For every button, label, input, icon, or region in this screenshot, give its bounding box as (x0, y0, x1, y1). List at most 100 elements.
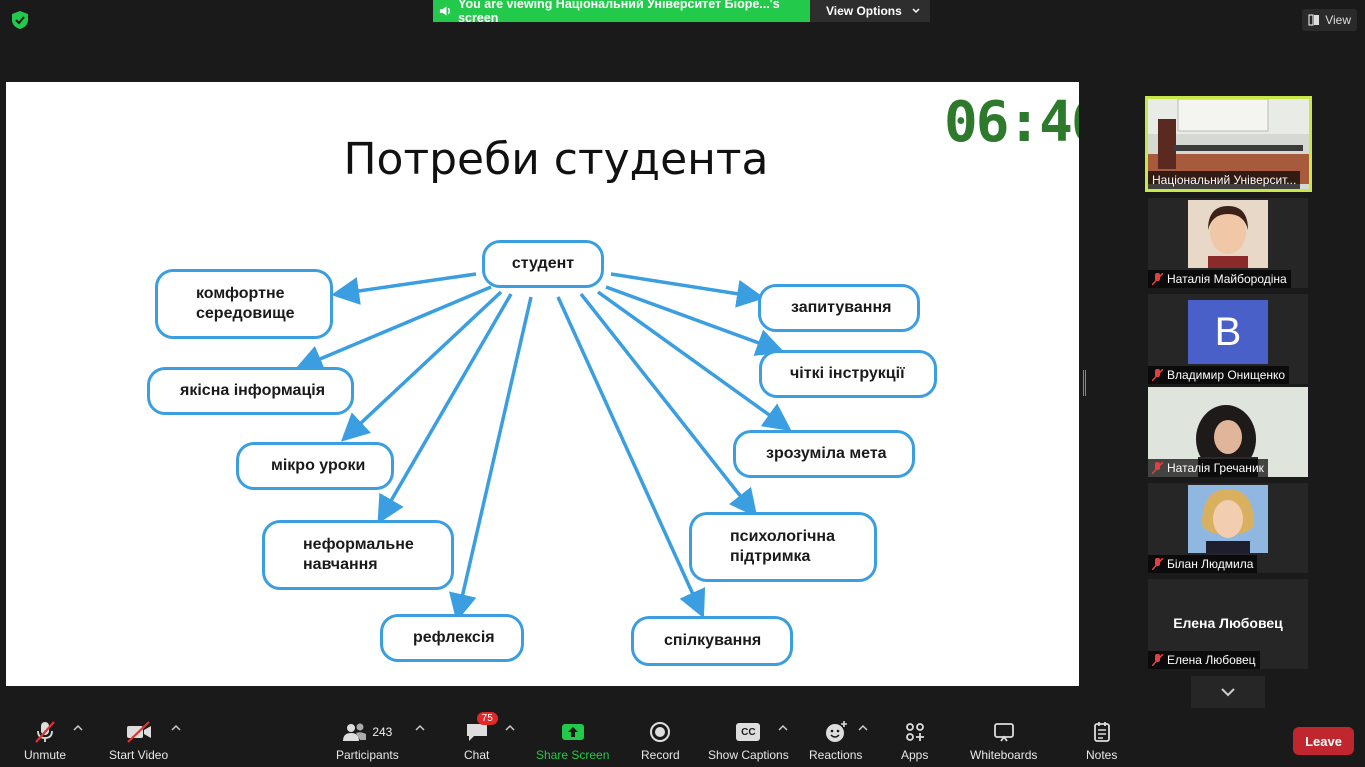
participant-name-label: Білан Людмила (1167, 557, 1254, 571)
node-quality-info: якісна інформація (147, 367, 354, 415)
arrow-1 (331, 272, 477, 305)
unmute-label: Unmute (24, 748, 67, 762)
share-screen-button[interactable]: Share Screen (536, 720, 609, 762)
node-reflection-label: рефлексія (413, 629, 495, 646)
node-quality-info-label: якісна інформація (180, 382, 326, 399)
unmute-button[interactable]: Unmute (24, 720, 66, 762)
mic-muted-icon (1152, 462, 1163, 474)
zoom-window: You are viewing Національний Університет… (0, 0, 1365, 767)
apps-icon (905, 723, 924, 741)
share-screen-label: Share Screen (536, 748, 610, 762)
mic-muted-icon (1152, 654, 1163, 666)
panel-splitter-handle[interactable] (1083, 370, 1086, 396)
notes-button[interactable]: Notes (1086, 720, 1117, 762)
participant-tile[interactable]: Наталія Гречаник (1148, 387, 1308, 477)
node-informal-line2: навчання (303, 556, 378, 573)
view-options-button[interactable]: View Options (810, 0, 930, 22)
apps-label: Apps (901, 748, 929, 762)
whiteboards-button[interactable]: Whiteboards (970, 720, 1037, 762)
node-clear-goal-label: зрозуміла мета (766, 445, 887, 462)
viewing-status: You are viewing Національний Університет… (433, 0, 810, 25)
meeting-toolbar: Unmute Start Video 243 Participants 75 C… (0, 712, 1365, 767)
captions-icon: CC (736, 723, 761, 741)
node-student: студент (482, 240, 604, 288)
node-informal: неформальне навчання (262, 520, 454, 590)
participant-name: Наталія Гречаник (1148, 459, 1268, 477)
apps-button[interactable]: Apps (901, 720, 928, 762)
participant-name-label: Владимир Онищенко (1167, 368, 1286, 382)
notes-icon (1093, 722, 1110, 742)
participants-options-caret[interactable] (415, 724, 425, 732)
node-questioning-label: запитування (791, 299, 892, 316)
gallery-next-page-button[interactable] (1191, 676, 1265, 708)
node-questioning: запитування (758, 284, 920, 332)
view-label: View (1325, 13, 1351, 27)
node-psych-support: психологічна підтримка (689, 512, 877, 582)
participants-label: Participants (336, 748, 399, 762)
audio-options-caret[interactable] (73, 724, 83, 732)
record-button[interactable]: Record (641, 720, 680, 762)
leave-button[interactable]: Leave (1293, 727, 1354, 755)
chat-options-caret[interactable] (505, 724, 515, 732)
participant-tile[interactable]: Елена Любовец Елена Любовец (1148, 579, 1308, 669)
node-psych-support-line1: психологічна (730, 528, 835, 545)
start-video-label: Start Video (109, 748, 169, 762)
participants-icon (343, 723, 367, 741)
speaker-icon (439, 6, 450, 16)
node-micro-lessons-label: мікро уроки (271, 457, 366, 474)
viewing-text: You are viewing Національний Університет… (458, 0, 780, 25)
show-captions-label: Show Captions (708, 748, 789, 762)
participant-name-label: Елена Любовец (1167, 653, 1256, 667)
participant-tile[interactable]: Наталія Майбородіна (1148, 198, 1308, 288)
participant-initial-avatar: В (1188, 300, 1268, 364)
mic-muted-icon (1152, 273, 1163, 285)
grid-icon (1308, 14, 1320, 26)
node-clear-instructions-label: чіткі інструкції (790, 365, 905, 382)
captions-options-caret[interactable] (778, 724, 788, 732)
participant-name: Владимир Онищенко (1148, 366, 1290, 384)
notes-label: Notes (1086, 748, 1118, 762)
captions-icon-text: CC (741, 726, 756, 738)
view-button[interactable]: View (1302, 9, 1357, 31)
participants-button[interactable]: 243 Participants (336, 720, 399, 762)
node-communication: спілкування (631, 616, 793, 666)
node-informal-line1: неформальне (303, 536, 414, 553)
node-student-label: студент (511, 255, 575, 272)
shared-screen: 06:46 Потреби студента сту (6, 82, 1079, 686)
chevron-down-icon (1221, 688, 1235, 697)
start-video-button[interactable]: Start Video (109, 720, 168, 762)
reactions-options-caret[interactable] (858, 724, 868, 732)
arrow-10 (556, 296, 706, 619)
chat-unread-badge: 75 (476, 712, 498, 725)
participant-photo (1188, 485, 1268, 553)
node-comfort-line2: середовище (196, 305, 295, 322)
chat-button[interactable]: 75 Chat (464, 712, 498, 762)
reactions-button[interactable]: Reactions (809, 720, 862, 762)
participant-name: Елена Любовец (1148, 651, 1260, 669)
participant-tile-active[interactable]: Національний Університ... (1145, 96, 1312, 192)
record-icon (650, 722, 671, 742)
node-psych-support-line2: підтримка (730, 548, 811, 565)
participant-name-active-label: Національний Університ... (1152, 173, 1297, 187)
share-screen-icon (561, 724, 584, 740)
video-options-caret[interactable] (171, 724, 181, 732)
participant-name-active: Національний Університ... (1148, 171, 1301, 189)
node-micro-lessons: мікро уроки (236, 442, 394, 490)
node-clear-instructions: чіткі інструкції (759, 350, 937, 398)
reactions-label: Reactions (809, 748, 863, 762)
participant-photo (1188, 200, 1268, 268)
security-shield-icon[interactable] (10, 10, 30, 30)
chat-label: Chat (464, 748, 490, 762)
node-communication-label: спілкування (664, 632, 762, 649)
show-captions-button[interactable]: CC Show Captions (708, 720, 789, 762)
chevron-down-icon (912, 8, 920, 14)
participant-tile[interactable]: Білан Людмила (1148, 483, 1308, 573)
record-label: Record (641, 748, 680, 762)
mic-muted-icon (1152, 369, 1163, 381)
participant-name-label: Наталія Гречаник (1167, 461, 1264, 475)
viewing-banner: You are viewing Національний Університет… (433, 0, 930, 25)
whiteboard-icon (993, 723, 1014, 742)
participants-count: 243 (372, 725, 393, 739)
reactions-icon (825, 721, 847, 742)
participant-tile[interactable]: В Владимир Онищенко (1148, 294, 1308, 384)
